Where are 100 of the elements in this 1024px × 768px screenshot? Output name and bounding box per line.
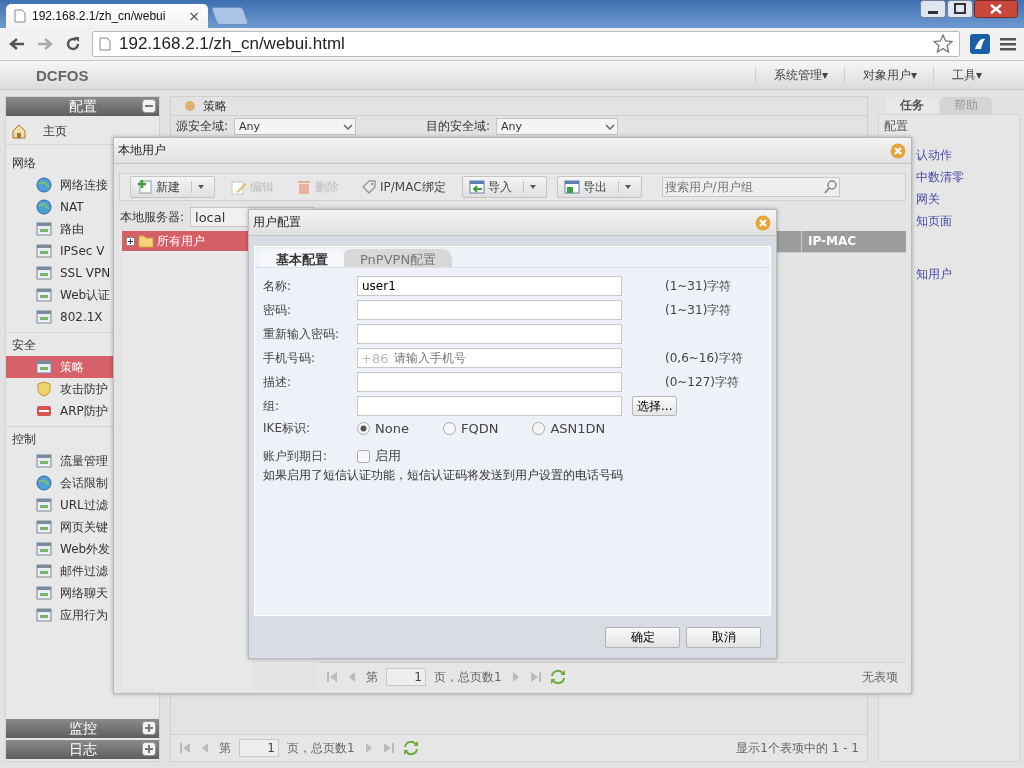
nav-item[interactable]: 应用行为 [6,604,159,626]
extension-icon[interactable] [970,34,990,54]
last-page-icon[interactable] [382,742,395,754]
reload-icon[interactable] [64,35,82,53]
nav-label: Web认证 [60,286,111,304]
refresh-icon[interactable] [549,669,566,685]
last-page-icon[interactable] [529,671,542,683]
nav-item[interactable]: 网络聊天 [6,582,159,604]
split-button[interactable]: 导入 [461,176,547,198]
nav-item[interactable]: 802.1X [6,306,159,328]
radio-icon[interactable] [442,422,456,435]
search-box[interactable]: 搜索用户/用户组 [661,177,840,197]
tab[interactable]: 基本配置 [260,249,344,267]
nav-item[interactable]: SSL VPN [6,262,159,284]
nav-item[interactable]: 网页关键 [6,516,159,538]
task-link[interactable]: 网关 [916,191,940,208]
section-title: 日志 [68,740,97,759]
globe-icon [36,475,52,491]
nav-item[interactable]: 会话限制 [6,472,159,494]
toolbar-button[interactable]: IP/MAC绑定 [355,177,452,197]
menu-item[interactable]: 工具▾ [932,66,998,84]
nav-label: 策略 [60,358,84,376]
split-button[interactable]: 导出 [556,176,642,198]
maximize-icon[interactable] [947,0,973,18]
input-field[interactable] [357,324,622,344]
filter-label: 源安全域: [176,118,229,135]
hint-text: (1~31)字符 [665,277,733,295]
nav-label: 网页关键 [60,518,108,536]
back-icon[interactable] [8,36,26,52]
panel-tab[interactable]: 任务 [886,97,938,114]
collapse-icon[interactable] [142,99,156,113]
shield-icon [36,381,52,397]
menu-item[interactable]: 对象用户▾ [843,66,933,84]
nav-item[interactable]: Web外发 [6,538,159,560]
split-button[interactable]: 新建 [130,176,215,198]
new-tab-button[interactable] [210,7,250,25]
section-header[interactable]: 配置 [6,97,159,116]
window-icon [36,607,52,623]
forward-icon[interactable] [36,36,54,52]
menu-item[interactable]: 系统管理▾ [754,66,844,84]
export-icon [563,179,580,195]
filter-dropdown[interactable]: Any [234,118,357,135]
search-field[interactable]: 搜索用户/用户组 [662,178,823,196]
page-input[interactable]: 1 [386,668,426,686]
hint-text: (1~31)字符 [665,301,733,319]
minimize-icon[interactable] [920,0,946,18]
browser-tab[interactable]: 192.168.2.1/zh_cn/webui × [6,4,208,28]
radio-icon[interactable] [532,422,546,435]
input-field[interactable]: user1 [357,276,622,296]
filter-dropdown[interactable]: Any [496,118,619,135]
section-header[interactable]: 监控 [6,719,159,738]
status-dot-icon [185,101,195,111]
nav-item[interactable]: URL过滤 [6,494,159,516]
radio-option[interactable]: FQDN [442,421,499,436]
first-page-icon[interactable] [326,671,338,683]
nav-item[interactable]: 流量管理 [6,450,159,472]
page-label: 第 [219,739,231,757]
radio-option[interactable]: None [357,421,409,436]
nav-label: 网络聊天 [60,584,108,602]
first-page-icon[interactable] [179,742,191,754]
dialog-button[interactable]: 确定 [605,626,680,648]
section-header[interactable]: 日志 [6,740,159,759]
expand-icon[interactable] [126,236,135,246]
close-icon[interactable] [974,0,1018,18]
import-icon [468,179,485,195]
input-field[interactable] [357,396,622,416]
task-link[interactable]: 认动作 [916,147,952,164]
panel-title: 策略 [203,97,227,115]
close-tab-button[interactable]: × [188,8,200,24]
address-bar[interactable]: 192.168.2.1/zh_cn/webui.html [92,31,960,57]
pencil-icon [231,179,247,195]
star-icon[interactable] [933,34,953,54]
input-field[interactable] [357,300,622,320]
search-icon[interactable] [822,179,839,195]
nav-item[interactable]: ARP防护 [6,400,159,422]
field-label: 组: [263,397,281,415]
tab-title: 192.168.2.1/zh_cn/webui [32,9,167,23]
select-button[interactable]: 选择... [632,396,678,416]
section-title: 配置 [884,118,909,135]
refresh-icon[interactable] [402,740,419,756]
nav-label: 路由 [60,220,84,238]
task-link[interactable]: 知页面 [916,213,952,230]
nav-item[interactable]: 邮件过滤 [6,560,159,582]
task-link[interactable]: 知用户 [916,266,952,283]
nav-item[interactable]: 攻击防护 [6,378,159,400]
nav-item[interactable]: Web认证 [6,284,159,306]
section-title: 监控 [68,719,97,738]
nav-label: Web外发 [60,540,111,558]
status-text: 显示1个表项中的 1 - 1 [736,739,859,757]
menu-icon[interactable] [1000,37,1016,51]
window-icon [36,585,52,601]
checkbox-icon[interactable] [357,449,370,463]
dialog-button[interactable]: 取消 [686,626,761,648]
checkbox-option[interactable]: 启用 [357,447,401,465]
radio-option[interactable]: ASN1DN [532,421,606,436]
input-field[interactable] [357,372,622,392]
page-input[interactable]: 1 [239,739,279,757]
task-link[interactable]: 中数清零 [916,169,964,186]
radio-selected-icon[interactable] [357,422,370,435]
hint-text: (0~127)字符 [665,373,740,391]
